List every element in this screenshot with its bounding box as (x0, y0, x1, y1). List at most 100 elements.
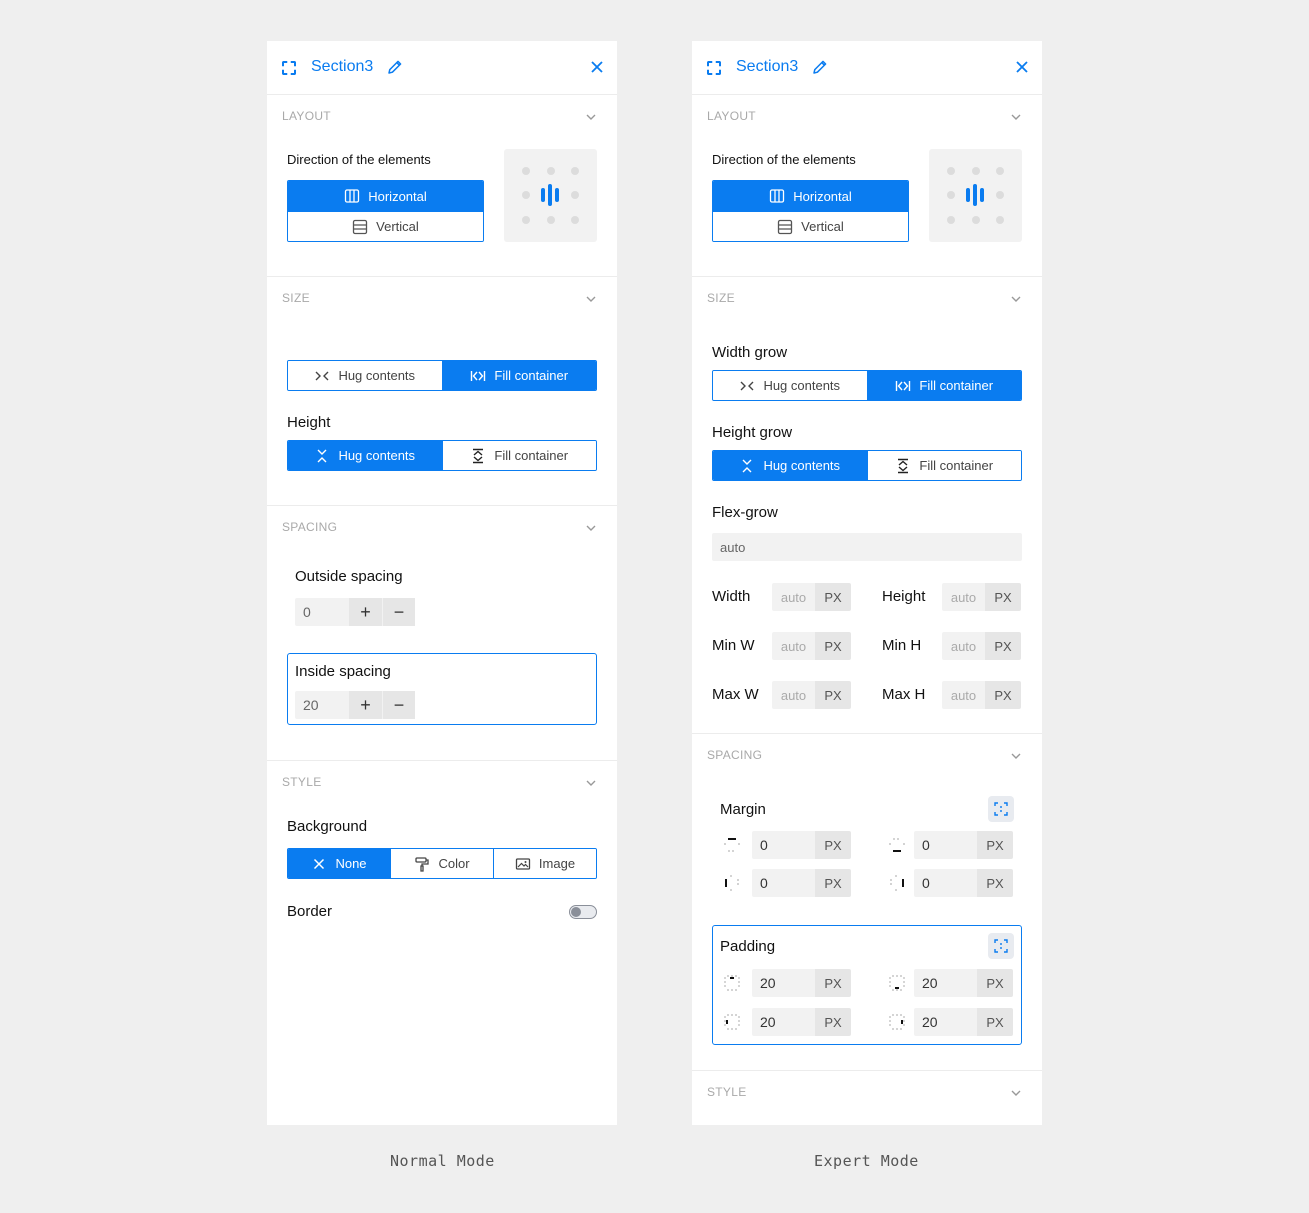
background-none-option[interactable]: None (288, 849, 390, 878)
align-dot[interactable] (547, 216, 555, 224)
unit-label[interactable]: PX (977, 831, 1013, 859)
max-w-value[interactable]: auto (772, 681, 815, 709)
align-dot[interactable] (522, 191, 530, 199)
margin-bottom-input[interactable]: 0 PX (914, 831, 1013, 859)
chevron-down-icon[interactable] (585, 777, 597, 789)
align-dot[interactable] (571, 191, 579, 199)
alignment-grid[interactable] (929, 149, 1022, 242)
chevron-down-icon[interactable] (1010, 293, 1022, 305)
unit-label[interactable]: PX (977, 969, 1013, 997)
unit-label[interactable]: PX (977, 869, 1013, 897)
min-w-value[interactable]: auto (772, 632, 815, 660)
chevron-down-icon[interactable] (1010, 750, 1022, 762)
width-input[interactable]: auto PX (772, 583, 851, 611)
style-section-header[interactable]: STYLE (282, 775, 322, 789)
chevron-down-icon[interactable] (1010, 111, 1022, 123)
chevron-down-icon[interactable] (585, 522, 597, 534)
margin-right-input[interactable]: 0 PX (914, 869, 1013, 897)
width-value[interactable]: auto (772, 583, 815, 611)
spacing-section-header[interactable]: SPACING (282, 520, 337, 534)
max-w-input[interactable]: auto PX (772, 681, 851, 709)
layout-section-header[interactable]: LAYOUT (707, 109, 756, 123)
width-hug-option[interactable]: Hug contents (288, 361, 442, 390)
padding-right-value[interactable]: 20 (914, 1008, 977, 1036)
height-hug-option[interactable]: Hug contents (713, 451, 867, 480)
close-icon[interactable] (1014, 59, 1030, 75)
unit-label[interactable]: PX (815, 1008, 851, 1036)
alignment-grid[interactable] (504, 149, 597, 242)
height-hug-option[interactable]: Hug contents (288, 441, 442, 470)
padding-top-value[interactable]: 20 (752, 969, 815, 997)
increment-button[interactable]: + (349, 598, 382, 626)
size-section-header[interactable]: SIZE (707, 291, 735, 305)
inside-spacing-value[interactable]: 20 (295, 691, 349, 719)
chevron-down-icon[interactable] (1010, 1087, 1022, 1099)
spacing-section-header[interactable]: SPACING (707, 748, 762, 762)
align-dot[interactable] (947, 216, 955, 224)
max-h-input[interactable]: auto PX (942, 681, 1021, 709)
horizontal-option[interactable]: Horizontal (288, 181, 483, 211)
min-h-value[interactable]: auto (942, 632, 985, 660)
margin-top-value[interactable]: 0 (752, 831, 815, 859)
increment-button[interactable]: + (349, 691, 382, 719)
size-section-header[interactable]: SIZE (282, 291, 310, 305)
max-h-value[interactable]: auto (942, 681, 985, 709)
align-dot[interactable] (972, 167, 980, 175)
unit-label[interactable]: PX (815, 583, 851, 611)
decrement-button[interactable]: − (382, 691, 415, 719)
edit-pencil-icon[interactable] (386, 58, 404, 76)
padding-bottom-input[interactable]: 20 PX (914, 969, 1013, 997)
vertical-option[interactable]: Vertical (288, 211, 483, 241)
unit-label[interactable]: PX (985, 583, 1021, 611)
align-dot[interactable] (996, 191, 1004, 199)
min-w-input[interactable]: auto PX (772, 632, 851, 660)
unit-label[interactable]: PX (985, 632, 1021, 660)
height-fill-option[interactable]: Fill container (866, 451, 1021, 480)
padding-top-input[interactable]: 20 PX (752, 969, 851, 997)
margin-top-input[interactable]: 0 PX (752, 831, 851, 859)
unit-label[interactable]: PX (815, 681, 851, 709)
unit-label[interactable]: PX (815, 831, 851, 859)
link-all-sides-button[interactable] (988, 796, 1014, 822)
margin-right-value[interactable]: 0 (914, 869, 977, 897)
padding-right-input[interactable]: 20 PX (914, 1008, 1013, 1036)
margin-left-input[interactable]: 0 PX (752, 869, 851, 897)
width-fill-option[interactable]: Fill container (441, 361, 596, 390)
unit-label[interactable]: PX (815, 632, 851, 660)
horizontal-option[interactable]: Horizontal (713, 181, 908, 211)
align-dot[interactable] (972, 216, 980, 224)
unit-label[interactable]: PX (977, 1008, 1013, 1036)
align-dot[interactable] (571, 167, 579, 175)
height-input[interactable]: auto PX (942, 583, 1021, 611)
close-icon[interactable] (589, 59, 605, 75)
unit-label[interactable]: PX (815, 969, 851, 997)
width-hug-option[interactable]: Hug contents (713, 371, 867, 400)
align-dot[interactable] (522, 167, 530, 175)
decrement-button[interactable]: − (382, 598, 415, 626)
height-value[interactable]: auto (942, 583, 985, 611)
background-color-option[interactable]: Color (390, 849, 493, 878)
height-fill-option[interactable]: Fill container (441, 441, 596, 470)
edit-pencil-icon[interactable] (811, 58, 829, 76)
align-dot[interactable] (522, 216, 530, 224)
background-image-option[interactable]: Image (493, 849, 596, 878)
unit-label[interactable]: PX (815, 869, 851, 897)
layout-section-header[interactable]: LAYOUT (282, 109, 331, 123)
align-dot[interactable] (996, 216, 1004, 224)
outside-spacing-value[interactable]: 0 (295, 598, 349, 626)
width-fill-option[interactable]: Fill container (866, 371, 1021, 400)
padding-left-value[interactable]: 20 (752, 1008, 815, 1036)
align-dot[interactable] (996, 167, 1004, 175)
padding-bottom-value[interactable]: 20 (914, 969, 977, 997)
align-dot[interactable] (547, 167, 555, 175)
link-all-sides-button[interactable] (988, 933, 1014, 959)
style-section-header[interactable]: STYLE (707, 1085, 747, 1099)
align-dot[interactable] (947, 167, 955, 175)
margin-bottom-value[interactable]: 0 (914, 831, 977, 859)
unit-label[interactable]: PX (985, 681, 1021, 709)
flex-grow-input[interactable]: auto (712, 533, 1022, 561)
align-dot[interactable] (947, 191, 955, 199)
min-h-input[interactable]: auto PX (942, 632, 1021, 660)
padding-left-input[interactable]: 20 PX (752, 1008, 851, 1036)
align-dot[interactable] (571, 216, 579, 224)
